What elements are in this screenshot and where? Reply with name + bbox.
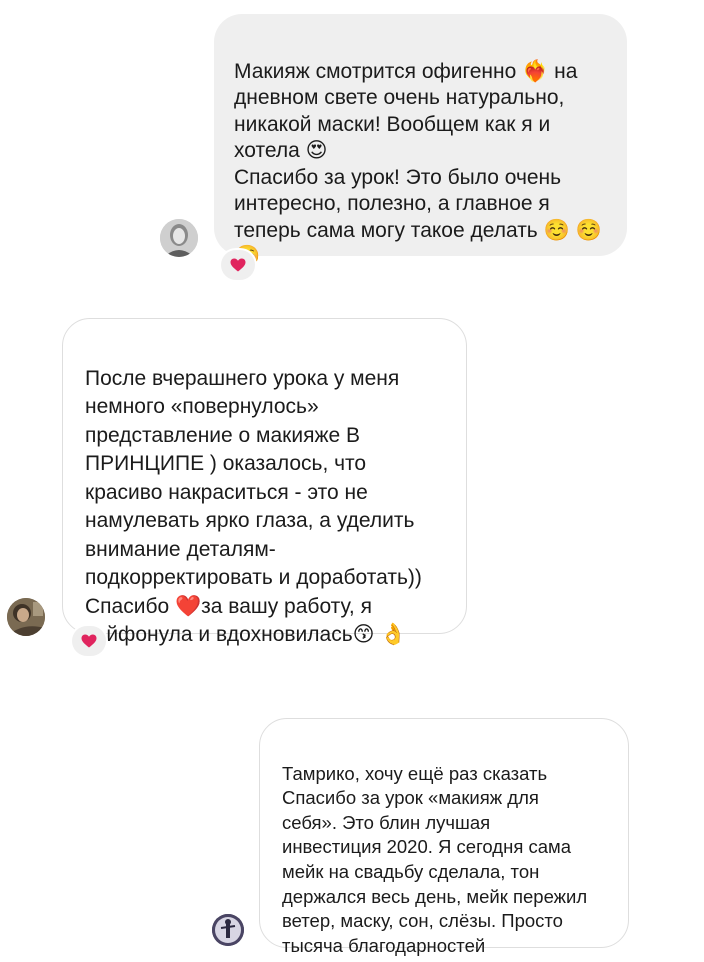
message-text: После вчерашнего урока у меня немного «п… xyxy=(85,366,422,647)
message-bubble[interactable]: Макияж смотрится офигенно ❤️‍🔥 на дневно… xyxy=(214,14,627,268)
avatar-photo xyxy=(212,914,244,946)
message-text: Макияж смотрится офигенно ❤️‍🔥 на дневно… xyxy=(234,59,602,269)
reaction-pill xyxy=(221,250,255,280)
avatar[interactable] xyxy=(7,598,45,636)
avatar[interactable] xyxy=(212,914,244,946)
message-bubble[interactable]: После вчерашнего урока у меня немного «п… xyxy=(62,318,467,646)
avatar[interactable] xyxy=(160,219,198,257)
heart-reaction[interactable] xyxy=(72,626,106,656)
message-text: Тамрико, хочу ещё раз сказать Спасибо за… xyxy=(282,762,588,956)
message-bubble[interactable]: Тамрико, хочу ещё раз сказать Спасибо за… xyxy=(259,718,629,956)
heart-icon xyxy=(81,634,97,648)
heart-icon xyxy=(230,258,246,272)
heart-reaction[interactable] xyxy=(221,250,255,280)
reaction-pill xyxy=(72,626,106,656)
avatar-photo xyxy=(7,598,45,636)
avatar-photo xyxy=(160,219,198,257)
